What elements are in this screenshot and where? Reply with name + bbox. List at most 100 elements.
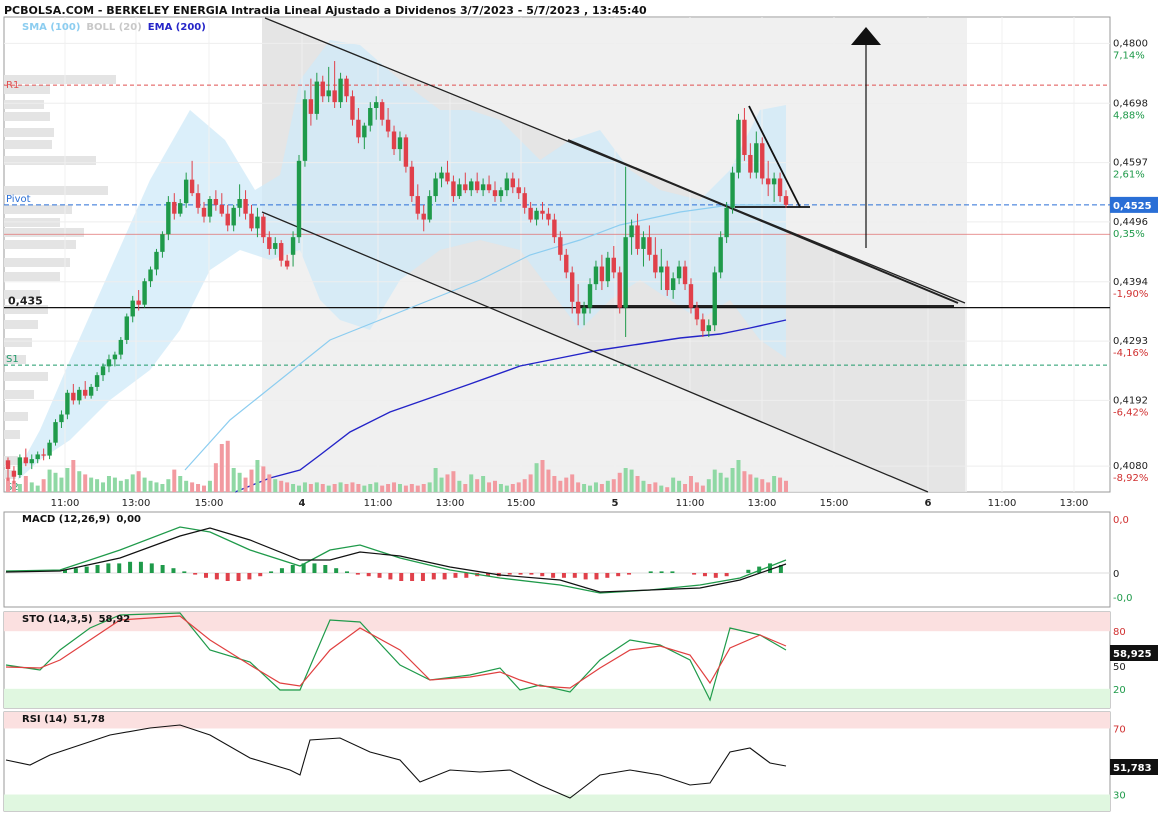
volume-bar-103 [617, 472, 622, 492]
volume-bar-71 [427, 482, 432, 492]
volume-bar-24 [148, 480, 153, 492]
volume-bar-54 [326, 485, 331, 492]
sto-oversold-zone [4, 688, 1110, 708]
rsi-oversold-zone [4, 794, 1110, 811]
volume-bar-110 [659, 485, 664, 492]
volume-bar-121 [724, 477, 729, 492]
candle-body-112 [670, 278, 676, 291]
chart-stage: 0,4800 7,14% 0,4698 4,88% 0,4597 2,61% 0,4496 0… [0, 0, 1165, 815]
candle-body-55 [332, 90, 337, 103]
macd-hist-bar-15 [204, 573, 209, 578]
volume-bar-47 [285, 482, 290, 492]
volume-bar-38 [231, 468, 236, 492]
macd-hist-bar-3 [73, 568, 78, 573]
level-0435-label: 0,435 [8, 295, 43, 308]
candle-body-95 [569, 272, 575, 302]
macd-hist-bar-33 [399, 573, 404, 581]
volume-bar-20 [124, 479, 129, 492]
x-tick-9: 13:00 [748, 498, 777, 509]
candle-body-81 [486, 184, 492, 191]
candle-body-60 [362, 125, 367, 138]
volume-bar-33 [201, 485, 206, 492]
macd-label: MACD (12,26,9) [22, 514, 111, 525]
volume-profile-bar-12 [4, 258, 70, 267]
volume-bar-55 [332, 484, 337, 492]
rsi-line [5, 724, 787, 799]
macd-hist-bar-34 [410, 573, 415, 581]
candle-body-127 [760, 143, 765, 179]
rsi-title: RSI (14) 51,78 [22, 714, 105, 725]
sto-last-label: 58,925 [1113, 649, 1152, 660]
price-tick-5: 0,4293 [1113, 336, 1148, 347]
candle-body-57 [344, 78, 349, 97]
volume-bar-82 [492, 480, 497, 492]
sto-label: STO (14,3,5) [22, 614, 93, 625]
macd-hist-bar-7 [117, 563, 122, 573]
price-tick-6: 0,4192 [1113, 395, 1148, 406]
candle-body-71 [427, 196, 432, 220]
candle-body-110 [659, 266, 664, 273]
candle-body-115 [688, 284, 694, 308]
volume-bar-113 [677, 480, 682, 492]
macd-hist-bar-57 [659, 571, 664, 573]
candle-body-63 [379, 102, 385, 120]
volume-bar-61 [368, 484, 373, 492]
macd-hist-bar-25 [312, 563, 317, 573]
volume-bar-9 [59, 477, 64, 492]
candle-body-31 [189, 179, 195, 194]
macd-hist-bar-53 [616, 573, 621, 577]
sto-tick-1: 50 [1113, 662, 1126, 673]
sto-title: STO (14,3,5) 58,92 [22, 614, 130, 625]
macd-hist-bar-35 [420, 573, 425, 581]
candle-body-99 [593, 266, 599, 285]
candle-body-76 [457, 184, 462, 197]
volume-bar-86 [516, 482, 521, 492]
volume-bar-40 [243, 477, 248, 492]
volume-bar-27 [166, 479, 171, 492]
volume-bar-62 [374, 482, 379, 492]
candle-body-28 [172, 201, 177, 214]
volume-bar-95 [570, 474, 575, 492]
macd-line [5, 526, 787, 594]
volume-bar-34 [207, 480, 212, 492]
s1-label: S1 [6, 354, 19, 365]
candle-body-89 [534, 210, 539, 220]
candle-body-108 [647, 237, 652, 255]
volume-bar-122 [730, 468, 735, 492]
candle-body-65 [391, 131, 397, 150]
candle-body-6 [41, 454, 46, 456]
candle-body-107 [641, 237, 646, 249]
volume-bar-94 [564, 477, 569, 492]
volume-bar-42 [255, 460, 260, 492]
volume-profile-bar-13 [4, 272, 60, 281]
volume-bar-129 [772, 476, 777, 492]
x-tick-6: 15:00 [507, 498, 536, 509]
volume-bar-48 [291, 484, 296, 492]
candle-body-104 [623, 237, 628, 308]
candle-body-22 [136, 300, 141, 305]
volume-bar-119 [712, 469, 717, 492]
volume-profile-bar-20 [4, 390, 34, 399]
rsi-tick-0: 70 [1113, 725, 1126, 736]
candle-body-19 [118, 339, 124, 355]
volume-profile-bar-10 [4, 228, 84, 237]
macd-tick-0: 0,0 [1113, 515, 1129, 526]
volume-bar-78 [469, 474, 474, 492]
candle-body-29 [178, 203, 183, 214]
percent-tick-1: 4,88% [1113, 110, 1145, 121]
volume-bar-85 [510, 484, 515, 492]
volume-bar-36 [219, 444, 224, 492]
volume-bar-118 [706, 479, 711, 492]
volume-bar-6 [41, 479, 46, 492]
macd-hist-bar-17 [225, 573, 230, 581]
candle-body-114 [682, 266, 688, 285]
volume-profile-bar-17 [4, 338, 32, 347]
volume-bar-100 [599, 484, 604, 492]
volume-profile-bar-9 [4, 218, 60, 227]
candle-body-17 [106, 359, 112, 367]
macd-hist-bar-28 [345, 571, 350, 573]
volume-bar-84 [504, 485, 509, 492]
candle-body-90 [540, 210, 545, 214]
macd-hist-bar-51 [594, 573, 599, 580]
macd-pane-frame [3, 511, 1111, 608]
